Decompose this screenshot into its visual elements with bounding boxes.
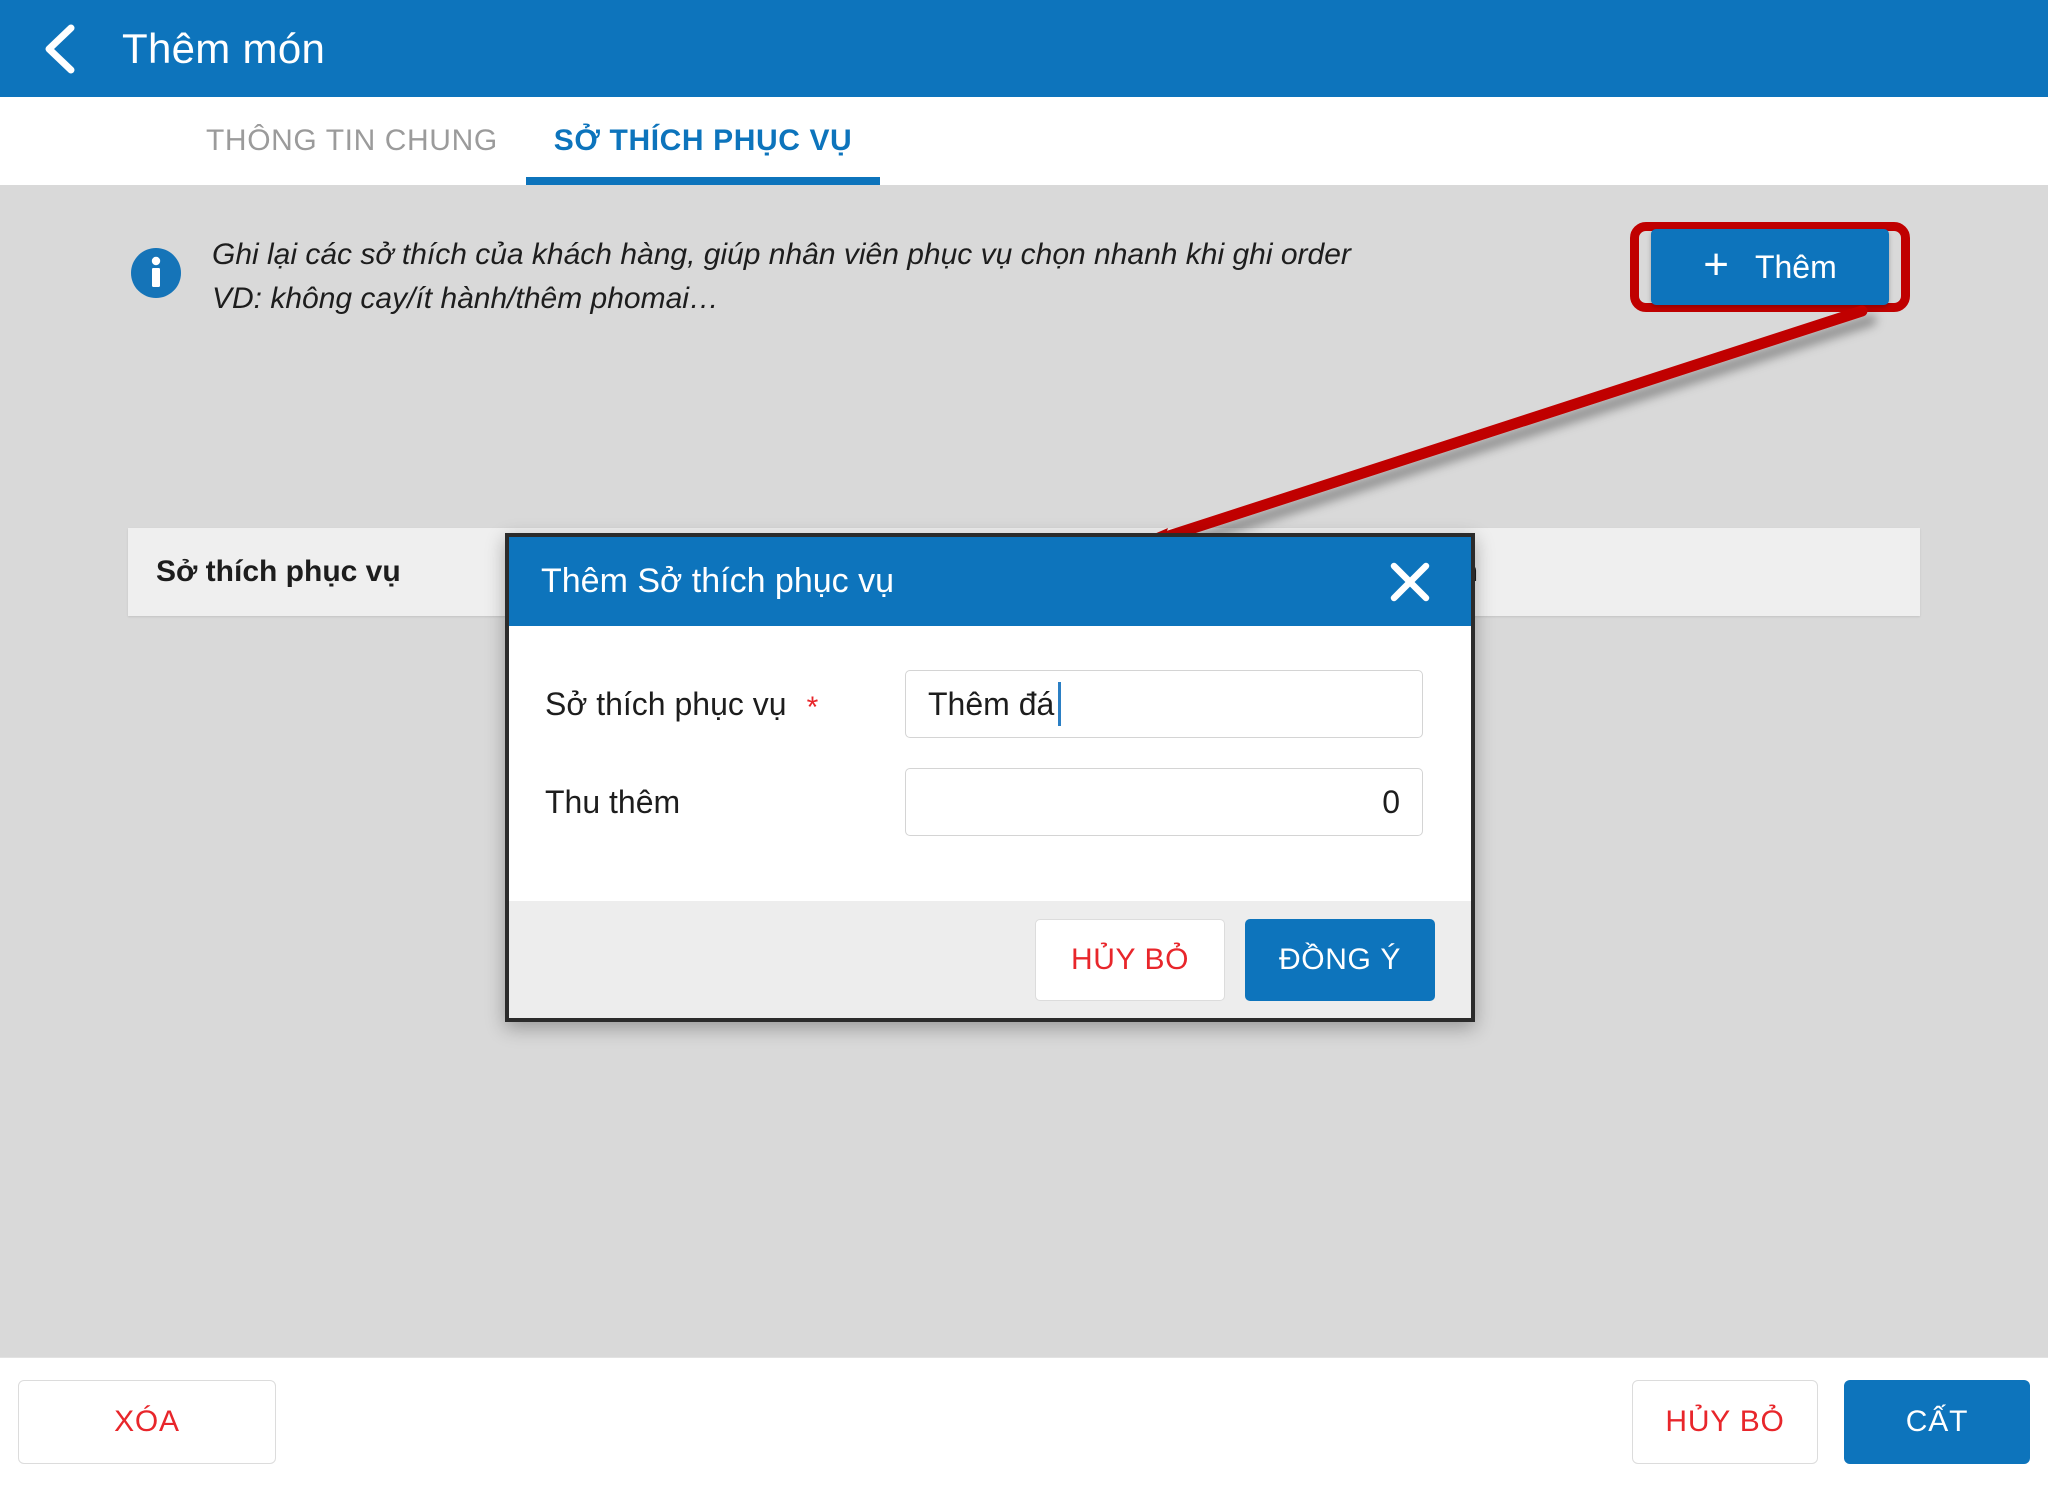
info-banner: Ghi lại các sở thích của khách hàng, giú…: [130, 233, 1351, 321]
label-preference: Sở thích phục vụ: [545, 685, 787, 722]
form-row-preference: Sở thích phục vụ *: [545, 670, 1435, 738]
info-circle-icon: [130, 247, 182, 299]
label-preference-wrapper: Sở thích phục vụ *: [545, 685, 905, 725]
tab-label: SỞ THÍCH PHỤC VỤ: [553, 124, 853, 157]
app-bar: Thêm món: [0, 0, 2048, 97]
page-title: Thêm món: [122, 24, 326, 72]
label-extra-fee-wrapper: Thu thêm: [545, 784, 905, 821]
required-asterisk: *: [806, 691, 819, 724]
delete-button[interactable]: XÓA: [18, 1380, 276, 1464]
form-row-extra-fee: Thu thêm: [545, 768, 1435, 836]
label-extra-fee: Thu thêm: [545, 783, 681, 820]
tab-bar: THÔNG TIN CHUNG SỞ THÍCH PHỤC VỤ: [0, 97, 2048, 185]
info-text-line-1: Ghi lại các sở thích của khách hàng, giú…: [212, 238, 1351, 271]
dialog-confirm-button[interactable]: ĐỒNG Ý: [1245, 918, 1435, 1001]
info-text-block: Ghi lại các sở thích của khách hàng, giú…: [212, 233, 1351, 321]
extra-fee-input[interactable]: [905, 768, 1423, 836]
text-cursor: [1058, 682, 1061, 726]
tab-label: THÔNG TIN CHUNG: [206, 124, 498, 157]
tab-so-thich-phuc-vu[interactable]: SỞ THÍCH PHỤC VỤ: [525, 97, 881, 185]
dialog-title: Thêm Sở thích phục vụ: [541, 562, 895, 600]
cancel-button[interactable]: HỦY BỎ: [1632, 1380, 1818, 1464]
preference-input[interactable]: [905, 670, 1423, 738]
bottom-action-bar: XÓA HỦY BỎ CẤT: [0, 1357, 2048, 1486]
chevron-left-icon[interactable]: [38, 24, 84, 73]
add-button-label: Thêm: [1754, 248, 1837, 285]
add-button[interactable]: + Thêm: [1651, 229, 1889, 305]
preference-input-wrap: [905, 670, 1423, 738]
tab-thong-tin-chung[interactable]: THÔNG TIN CHUNG: [178, 97, 526, 185]
dialog-header: Thêm Sở thích phục vụ: [509, 537, 1471, 626]
add-preference-dialog: Thêm Sở thích phục vụ Sở thích phục vụ *: [505, 533, 1475, 1022]
dialog-footer: HỦY BỎ ĐỒNG Ý: [509, 901, 1471, 1018]
save-button[interactable]: CẤT: [1844, 1380, 2030, 1464]
close-x-icon[interactable]: [1383, 555, 1437, 609]
app-root: Thêm món THÔNG TIN CHUNG SỞ THÍCH PHỤC V…: [0, 0, 2048, 1486]
bottom-right-actions: HỦY BỎ CẤT: [1632, 1380, 2030, 1464]
plus-icon: +: [1703, 240, 1729, 289]
extra-fee-input-wrap: [905, 768, 1423, 836]
dialog-cancel-button[interactable]: HỦY BỎ: [1035, 918, 1225, 1001]
column-header-preference: Sở thích phục vụ: [156, 555, 401, 588]
dialog-body: Sở thích phục vụ * Thu thêm: [509, 626, 1471, 901]
info-text-line-2: VD: không cay/ít hành/thêm phomai…: [212, 282, 719, 315]
